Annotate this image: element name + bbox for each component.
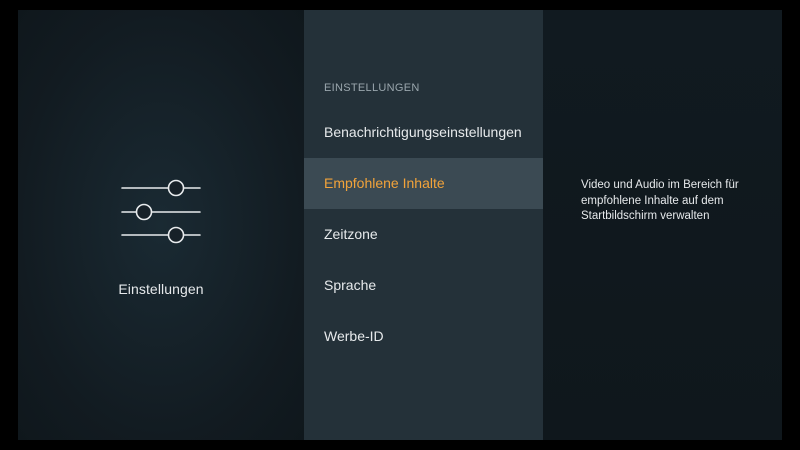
menu-header: EINSTELLUNGEN — [324, 82, 420, 94]
description-text: Video und Audio im Bereich für empfohlen… — [581, 179, 739, 222]
settings-sliders-icon — [121, 179, 201, 244]
description-panel: Video und Audio im Bereich für empfohlen… — [543, 10, 782, 440]
settings-menu: EINSTELLUNGEN Benachrichtigungseinstellu… — [304, 10, 543, 440]
menu-item-werbe-id[interactable]: Werbe-ID — [304, 311, 543, 362]
settings-screen: Einstellungen EINSTELLUNGEN Benachrichti… — [18, 10, 782, 440]
menu-item-zeitzone[interactable]: Zeitzone — [304, 209, 543, 260]
menu-item-benachrichtigungseinstellungen[interactable]: Benachrichtigungseinstellungen — [304, 107, 543, 158]
menu-list: Benachrichtigungseinstellungen Empfohlen… — [304, 107, 543, 362]
category-panel: Einstellungen — [18, 10, 304, 440]
menu-item-sprache[interactable]: Sprache — [304, 260, 543, 311]
menu-item-empfohlene-inhalte[interactable]: Empfohlene Inhalte — [304, 158, 543, 209]
category-title: Einstellungen — [118, 281, 204, 297]
